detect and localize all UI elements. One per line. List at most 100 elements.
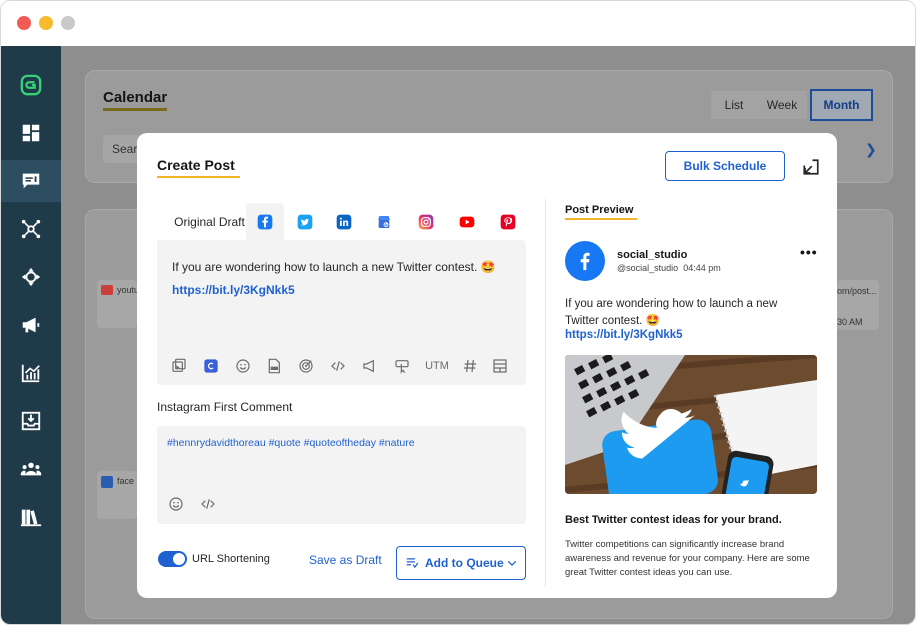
emoji-icon [169,497,183,511]
preview-description: Twitter competitions can significantly i… [565,539,810,578]
calendar-title-underline [103,108,167,111]
minimize-window-button[interactable] [39,16,53,30]
calendar-card-facebook[interactable]: face [97,471,137,519]
post-text[interactable]: If you are wondering how to launch a new… [172,260,512,274]
media-library-button[interactable] [170,357,188,375]
tab-instagram[interactable] [407,203,445,241]
facebook-icon [580,252,590,271]
sidebar [1,46,61,624]
preview-headline: Best Twitter contest ideas for your bran… [565,514,782,526]
instagram-icon [418,214,434,230]
tab-youtube[interactable] [448,203,486,241]
add-to-queue-label: Add to Queue [425,556,504,570]
sidebar-item-campaigns[interactable] [1,304,61,346]
calendar-title: Calendar [103,89,168,106]
instagram-first-comment-input[interactable]: #hennrydavidthoreau #quote #quoteoftheda… [157,426,526,524]
app-logo[interactable] [1,64,61,106]
tab-facebook[interactable] [246,203,284,241]
sidebar-item-dashboard[interactable] [1,112,61,154]
modal-title-underline [157,176,240,178]
pinterest-icon [500,214,516,230]
facebook-icon [257,214,273,230]
sidebar-item-engage[interactable] [1,256,61,298]
sidebar-item-network[interactable] [1,208,61,250]
comment-code-button[interactable] [199,495,217,513]
dashboard-icon [22,124,40,142]
comment-emoji-button[interactable] [167,495,185,513]
queue-icon [406,558,419,569]
close-window-button[interactable] [17,16,31,30]
code-button[interactable] [329,357,347,375]
save-as-draft-button[interactable]: Save as Draft [309,553,382,567]
media-icon [172,358,186,372]
instagram-hashtags[interactable]: #hennrydavidthoreau #quote #quoteoftheda… [167,437,415,449]
calendar-card-right[interactable]: om/post... 30 AM [837,280,879,330]
code-icon [201,499,215,509]
chevron-down-icon[interactable] [507,558,517,568]
url-shortening-toggle[interactable] [158,551,187,567]
canva-button[interactable] [202,357,220,375]
gif-icon [268,358,280,374]
card-time: 30 AM [837,317,863,327]
emoji-button[interactable] [234,357,252,375]
post-preview-underline [565,218,637,220]
tab-linkedin[interactable] [325,203,363,241]
instagram-first-comment-label: Instagram First Comment [157,400,293,414]
sidebar-item-inbox[interactable] [1,400,61,442]
preview-time: 04:44 pm [683,263,721,273]
tab-twitter[interactable] [286,203,324,241]
sidebar-item-analytics[interactable] [1,352,61,394]
view-list-button[interactable]: List [711,91,757,119]
sidebar-item-publish[interactable] [1,160,61,202]
next-chevron-icon[interactable]: ❯ [865,141,877,158]
canva-icon [204,359,218,373]
add-to-queue-button[interactable]: Add to Queue [396,546,526,580]
sidebar-item-library[interactable] [1,496,61,538]
modal-divider [545,199,546,587]
network-icon [21,219,41,239]
linkedin-icon [336,214,352,230]
calendar-card-youtube[interactable]: youtu [97,280,140,328]
more-options-icon[interactable]: ••• [800,244,818,260]
target-button[interactable] [297,357,315,375]
card-label: face [117,476,135,486]
preview-account-name: social_studio [617,249,688,261]
megaphone-icon [22,317,40,333]
megaphone-icon [363,359,374,373]
maximize-window-button[interactable] [61,16,75,30]
tab-pinterest[interactable] [489,203,527,241]
gif-button[interactable] [265,357,283,375]
url-shortening-label: URL Shortening [192,553,270,565]
view-week-button[interactable]: Week [757,91,807,119]
expand-icon[interactable] [802,158,820,176]
post-editor[interactable]: If you are wondering how to launch a new… [157,240,526,385]
emoji-icon [236,359,250,373]
preview-link[interactable]: https://bit.ly/3KgNkk5 [565,329,683,341]
analytics-icon [21,364,40,383]
template-icon [493,359,507,373]
logo-icon [20,74,42,96]
post-link[interactable]: https://bit.ly/3KgNkk5 [172,283,295,297]
preview-handle: @social_studio [617,263,679,273]
preview-meta: @social_studio 04:44 pm [617,263,721,273]
cta-button[interactable] [393,357,411,375]
hashtag-button[interactable] [461,357,479,375]
bulk-schedule-button[interactable]: Bulk Schedule [665,151,785,181]
tab-google-business[interactable] [365,203,403,241]
utm-button[interactable]: UTM [425,357,449,375]
twitter-icon [297,214,313,230]
preview-text: If you are wondering how to launch a new… [565,298,778,327]
google-business-icon [378,216,390,228]
template-button[interactable] [491,357,509,375]
card-label: youtu [117,285,140,295]
campaign-button[interactable] [361,357,379,375]
cta-icon [395,360,409,374]
view-month-button[interactable]: Month [810,89,873,121]
sidebar-item-team[interactable] [1,448,61,490]
avatar [565,241,605,281]
modal-title: Create Post [157,157,235,173]
preview-image [565,355,817,494]
team-icon [20,462,42,476]
library-icon [20,509,42,527]
app-window: Calendar List Week Month Searc ❯ youtu f… [0,0,916,625]
